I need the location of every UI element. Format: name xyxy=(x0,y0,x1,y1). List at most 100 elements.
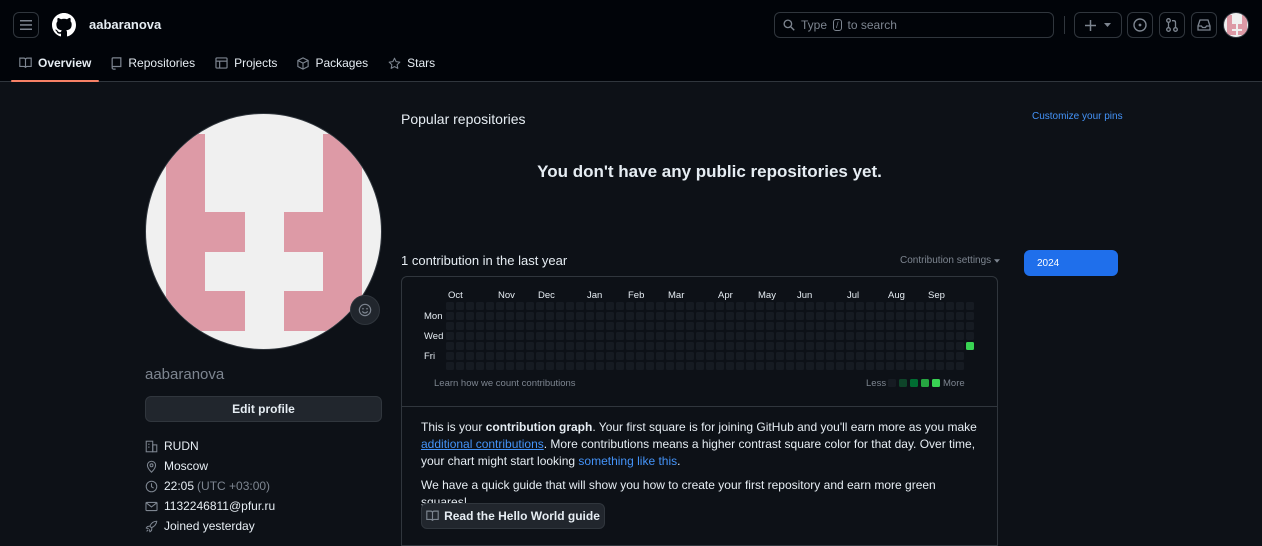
contribution-day[interactable] xyxy=(926,362,934,370)
contribution-day[interactable] xyxy=(456,332,464,340)
contribution-day[interactable] xyxy=(676,342,684,350)
contribution-day[interactable] xyxy=(626,342,634,350)
contribution-day[interactable] xyxy=(686,332,694,340)
contribution-day[interactable] xyxy=(526,342,534,350)
contribution-day[interactable] xyxy=(516,352,524,360)
contribution-day[interactable] xyxy=(446,312,454,320)
contribution-day[interactable] xyxy=(736,352,744,360)
contribution-day[interactable] xyxy=(616,302,624,310)
contribution-day[interactable] xyxy=(906,302,914,310)
contribution-day[interactable] xyxy=(956,362,964,370)
contribution-day[interactable] xyxy=(946,312,954,320)
contribution-day[interactable] xyxy=(616,312,624,320)
contribution-day[interactable] xyxy=(516,332,524,340)
contribution-day[interactable] xyxy=(816,332,824,340)
contribution-day[interactable] xyxy=(556,352,564,360)
contribution-day[interactable] xyxy=(786,332,794,340)
contribution-day[interactable] xyxy=(686,312,694,320)
contribution-day[interactable] xyxy=(526,362,534,370)
contribution-day[interactable] xyxy=(896,312,904,320)
contribution-day[interactable] xyxy=(546,342,554,350)
contribution-day[interactable] xyxy=(736,362,744,370)
contribution-day[interactable] xyxy=(946,332,954,340)
contribution-day[interactable] xyxy=(766,362,774,370)
contribution-day[interactable] xyxy=(606,332,614,340)
contribution-day[interactable] xyxy=(846,322,854,330)
contribution-day[interactable] xyxy=(676,352,684,360)
contribution-day[interactable] xyxy=(816,312,824,320)
contribution-day[interactable] xyxy=(696,302,704,310)
contribution-day[interactable] xyxy=(596,352,604,360)
header-username[interactable]: aabaranova xyxy=(89,17,161,32)
contribution-day[interactable] xyxy=(546,322,554,330)
contribution-day[interactable] xyxy=(906,362,914,370)
contribution-day[interactable] xyxy=(846,342,854,350)
contribution-day[interactable] xyxy=(876,302,884,310)
contribution-day[interactable] xyxy=(746,332,754,340)
contribution-day[interactable] xyxy=(776,362,784,370)
contribution-day[interactable] xyxy=(496,312,504,320)
contribution-day[interactable] xyxy=(856,352,864,360)
edit-profile-button[interactable]: Edit profile xyxy=(145,396,382,422)
contribution-day[interactable] xyxy=(696,352,704,360)
contribution-day[interactable] xyxy=(656,312,664,320)
contribution-day[interactable] xyxy=(836,362,844,370)
contribution-day[interactable] xyxy=(716,362,724,370)
contribution-day[interactable] xyxy=(936,322,944,330)
contribution-day[interactable] xyxy=(786,342,794,350)
contribution-day[interactable] xyxy=(666,352,674,360)
contribution-day[interactable] xyxy=(526,312,534,320)
contribution-day[interactable] xyxy=(916,332,924,340)
contribution-day[interactable] xyxy=(776,312,784,320)
contribution-day[interactable] xyxy=(516,362,524,370)
contribution-day[interactable] xyxy=(706,322,714,330)
contribution-day[interactable] xyxy=(666,362,674,370)
contribution-day[interactable] xyxy=(556,332,564,340)
contribution-day[interactable] xyxy=(806,322,814,330)
contribution-day[interactable] xyxy=(456,352,464,360)
contribution-day[interactable] xyxy=(606,312,614,320)
contribution-day[interactable] xyxy=(656,332,664,340)
contribution-day[interactable] xyxy=(446,302,454,310)
contribution-day[interactable] xyxy=(916,302,924,310)
contribution-day[interactable] xyxy=(946,342,954,350)
contribution-day[interactable] xyxy=(836,312,844,320)
contribution-day[interactable] xyxy=(486,362,494,370)
contribution-day[interactable] xyxy=(906,312,914,320)
contribution-day[interactable] xyxy=(736,312,744,320)
contribution-day[interactable] xyxy=(946,352,954,360)
contribution-day[interactable] xyxy=(926,302,934,310)
issues-button[interactable] xyxy=(1127,12,1153,38)
learn-contributions-link[interactable]: Learn how we count contributions xyxy=(434,378,576,389)
contribution-day[interactable] xyxy=(516,322,524,330)
contribution-day[interactable] xyxy=(646,302,654,310)
contribution-day[interactable] xyxy=(466,332,474,340)
contribution-day[interactable] xyxy=(826,342,834,350)
contribution-day[interactable] xyxy=(546,352,554,360)
contribution-day[interactable] xyxy=(756,332,764,340)
contribution-day[interactable] xyxy=(586,362,594,370)
contribution-day[interactable] xyxy=(546,362,554,370)
contribution-day[interactable] xyxy=(496,362,504,370)
contribution-day[interactable] xyxy=(596,302,604,310)
profile-email[interactable]: 1132246811@pfur.ru xyxy=(145,499,275,513)
contribution-day[interactable] xyxy=(576,312,584,320)
contribution-day[interactable] xyxy=(716,342,724,350)
contribution-day[interactable] xyxy=(506,352,514,360)
contribution-day[interactable] xyxy=(876,342,884,350)
contribution-day[interactable] xyxy=(866,302,874,310)
contribution-day[interactable] xyxy=(916,352,924,360)
contribution-day[interactable] xyxy=(766,332,774,340)
contribution-day[interactable] xyxy=(556,312,564,320)
contribution-day[interactable] xyxy=(916,362,924,370)
contribution-day[interactable] xyxy=(686,302,694,310)
contribution-day[interactable] xyxy=(686,322,694,330)
contribution-day[interactable] xyxy=(516,302,524,310)
contribution-day[interactable] xyxy=(676,312,684,320)
contribution-day[interactable] xyxy=(826,352,834,360)
contribution-day[interactable] xyxy=(566,352,574,360)
something-like-this-link[interactable]: something like this xyxy=(578,454,677,468)
contribution-day[interactable] xyxy=(646,352,654,360)
contribution-day[interactable] xyxy=(756,362,764,370)
contribution-day[interactable] xyxy=(756,342,764,350)
